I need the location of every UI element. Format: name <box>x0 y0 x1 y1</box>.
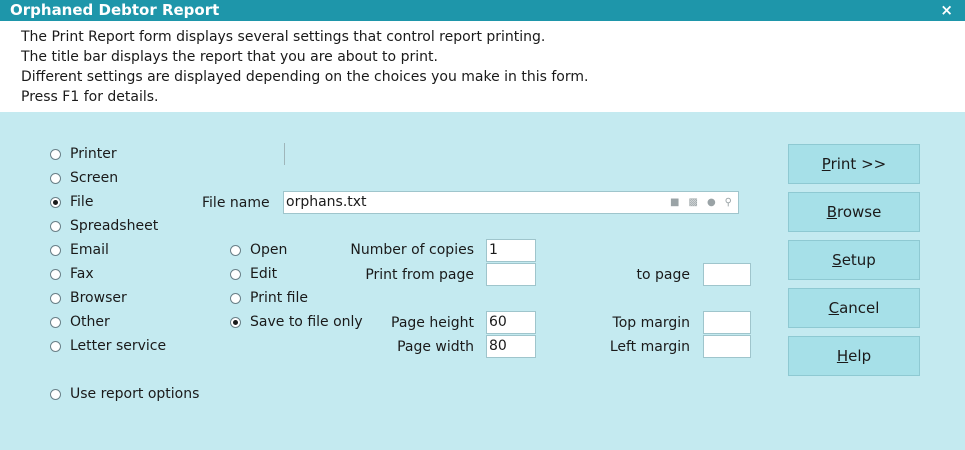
radio-indicator-selected <box>50 196 61 208</box>
radio-label: Email <box>70 242 109 258</box>
file-name-input[interactable]: orphans.txt ■ ▩ ● ⚲ <box>283 191 739 214</box>
browse-button[interactable]: Browse <box>788 192 920 232</box>
folder-icon[interactable]: ■ <box>670 192 679 213</box>
radio-label: Edit <box>250 266 278 282</box>
cancel-hotkey: C <box>828 299 840 317</box>
help-label: elp <box>848 347 872 365</box>
page-width-label: Page width <box>397 339 474 355</box>
print-from-page-label: Print from page <box>365 267 474 283</box>
top-margin-input[interactable] <box>703 311 751 334</box>
radio-label: File <box>70 194 94 210</box>
radio-save-to-file-only[interactable]: Save to file only <box>230 312 363 332</box>
radio-label: Fax <box>70 266 94 282</box>
radio-indicator <box>50 388 61 400</box>
browse-label: rowse <box>836 203 882 221</box>
radio-open[interactable]: Open <box>230 240 287 260</box>
radio-indicator <box>50 268 61 280</box>
close-icon[interactable]: × <box>940 1 953 19</box>
left-margin-label: Left margin <box>609 339 690 355</box>
print-from-page-input[interactable] <box>486 263 536 286</box>
cancel-button[interactable]: Cancel <box>788 288 920 328</box>
radio-indicator <box>230 268 241 280</box>
radio-indicator-selected <box>230 316 241 328</box>
number-of-copies-input[interactable]: 1 <box>486 239 536 262</box>
to-page-input[interactable] <box>703 263 751 286</box>
info-panel: The Print Report form displays several s… <box>0 21 965 112</box>
print-label: rint >> <box>830 155 887 173</box>
radio-indicator <box>50 220 61 232</box>
radio-label: Spreadsheet <box>70 218 159 234</box>
radio-print-file[interactable]: Print file <box>230 288 308 308</box>
info-line: The Print Report form displays several s… <box>21 29 546 45</box>
page-height-input[interactable]: 60 <box>486 311 536 334</box>
radio-indicator <box>50 148 61 160</box>
window-title: Orphaned Debtor Report <box>10 1 220 19</box>
radio-label: Printer <box>70 146 117 162</box>
radio-indicator <box>50 340 61 352</box>
left-margin-input[interactable] <box>703 335 751 358</box>
radio-email[interactable]: Email <box>50 240 109 260</box>
radio-label: Browser <box>70 290 127 306</box>
file-name-label: File name <box>202 195 270 211</box>
radio-other[interactable]: Other <box>50 312 110 332</box>
top-margin-label: Top margin <box>612 315 690 331</box>
print-button[interactable]: Print >> <box>788 144 920 184</box>
info-line: Different settings are displayed dependi… <box>21 69 589 85</box>
radio-file[interactable]: File <box>50 192 93 212</box>
radio-label: Save to file only <box>250 314 363 330</box>
radio-printer[interactable]: Printer <box>50 144 117 164</box>
radio-browser[interactable]: Browser <box>50 288 127 308</box>
radio-label: Letter service <box>70 338 167 354</box>
page-width-input[interactable]: 80 <box>486 335 536 358</box>
file-field-icons: ■ ▩ ● ⚲ <box>670 192 732 213</box>
search-icon[interactable]: ⚲ <box>725 192 732 213</box>
number-of-copies-label: Number of copies <box>350 242 474 258</box>
radio-fax[interactable]: Fax <box>50 264 94 284</box>
info-line: Press F1 for details. <box>21 89 159 105</box>
page-height-label: Page height <box>391 315 474 331</box>
radio-indicator <box>50 316 61 328</box>
radio-label: Open <box>250 242 288 258</box>
use-report-options-radio[interactable]: Use report options <box>50 384 199 404</box>
info-line: The title bar displays the report that y… <box>21 49 438 65</box>
radio-label: Screen <box>70 170 119 186</box>
setup-label: etup <box>841 251 876 269</box>
setup-hotkey: S <box>832 251 842 269</box>
radio-letter-service[interactable]: Letter service <box>50 336 166 356</box>
radio-indicator <box>50 244 61 256</box>
radio-indicator <box>230 292 241 304</box>
browse-hotkey: B <box>826 203 837 221</box>
radio-label: Other <box>70 314 110 330</box>
clear-icon[interactable]: ● <box>707 192 716 213</box>
radio-screen[interactable]: Screen <box>50 168 118 188</box>
title-bar: Orphaned Debtor Report × <box>0 0 965 21</box>
help-hotkey: H <box>836 347 849 365</box>
file-name-value: orphans.txt <box>286 194 367 210</box>
help-button[interactable]: Help <box>788 336 920 376</box>
divider <box>284 143 285 165</box>
radio-label: Print file <box>250 290 308 306</box>
radio-edit[interactable]: Edit <box>230 264 277 284</box>
radio-indicator <box>50 292 61 304</box>
printer-icon[interactable]: ▩ <box>688 192 697 213</box>
setup-button[interactable]: Setup <box>788 240 920 280</box>
cancel-label: ancel <box>839 299 880 317</box>
print-hotkey: P <box>821 155 831 173</box>
radio-indicator <box>230 244 241 256</box>
radio-spreadsheet[interactable]: Spreadsheet <box>50 216 158 236</box>
to-page-label: to page <box>636 267 690 283</box>
radio-label: Use report options <box>70 386 200 402</box>
radio-indicator <box>50 172 61 184</box>
